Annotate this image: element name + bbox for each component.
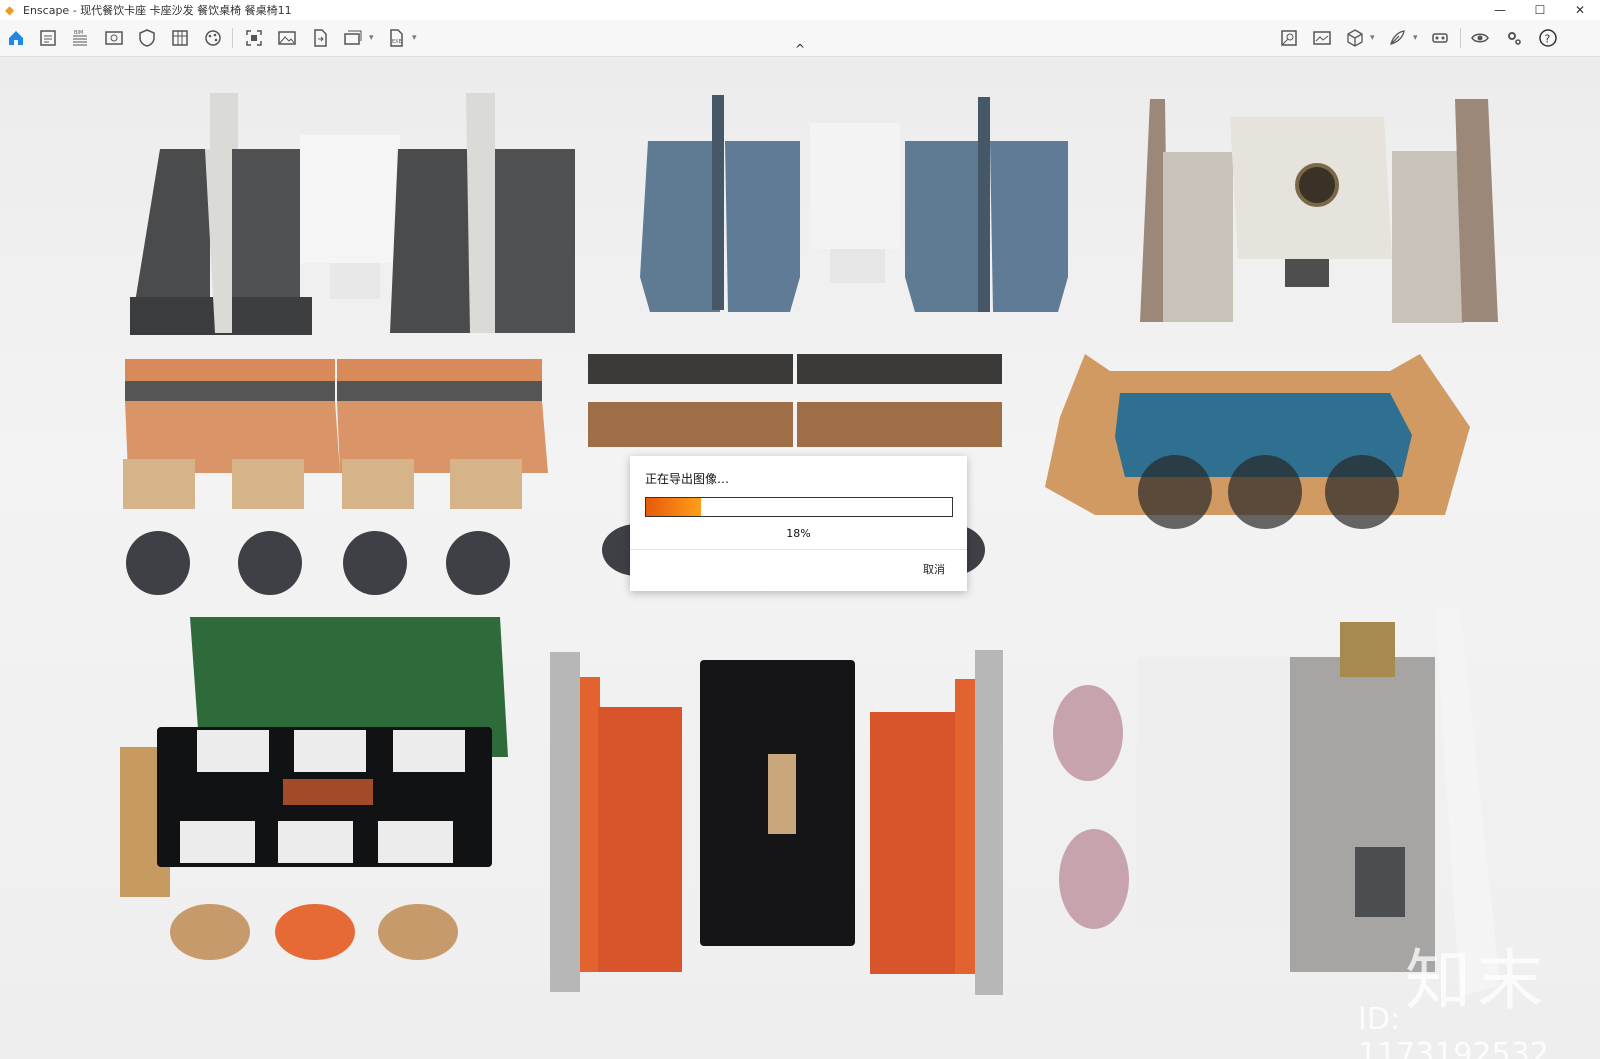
- dialog-divider: [630, 549, 967, 550]
- cube-icon[interactable]: [1343, 26, 1367, 50]
- curved-blue-booth: [1045, 354, 1470, 529]
- exe-export-icon[interactable]: EXE: [384, 26, 408, 50]
- export-icon[interactable]: [308, 26, 332, 50]
- title-bar: ◆ Enscape - 现代餐饮卡座 卡座沙发 餐饮桌椅 餐桌椅11 — ☐ ✕: [0, 0, 1600, 20]
- svg-text:EXE: EXE: [392, 39, 402, 45]
- chevron-down-icon[interactable]: ▾: [369, 33, 374, 43]
- svg-text:BIM: BIM: [74, 30, 83, 36]
- home-icon[interactable]: [4, 26, 28, 50]
- chevron-down-icon[interactable]: ▾: [412, 33, 417, 43]
- toolbar-separator: [232, 28, 233, 48]
- eye-icon[interactable]: [1468, 26, 1492, 50]
- progress-bar: [645, 497, 953, 517]
- collapse-toolbar-button[interactable]: ^: [790, 42, 810, 56]
- image-icon[interactable]: [275, 26, 299, 50]
- svg-text:?: ?: [1545, 33, 1551, 46]
- bim-icon[interactable]: BIM: [68, 26, 92, 50]
- shield-icon[interactable]: [135, 26, 159, 50]
- cancel-button[interactable]: 取消: [923, 561, 945, 577]
- chevron-down-icon[interactable]: ▾: [1370, 33, 1375, 43]
- progress-percent: 18%: [786, 527, 811, 540]
- watermark-id: ID: 1173192532: [1358, 1002, 1549, 1059]
- table-icon[interactable]: [168, 26, 192, 50]
- screenshot-icon[interactable]: [242, 26, 266, 50]
- dialog-title: 正在导出图像…: [645, 472, 730, 486]
- minimize-button[interactable]: —: [1480, 0, 1520, 20]
- window-title: Enscape - 现代餐饮卡座 卡座沙发 餐饮桌椅 餐桌椅11: [23, 4, 292, 17]
- grey-booth-set: [130, 93, 575, 335]
- view-icon[interactable]: [102, 26, 126, 50]
- orange-booth-black-table: [550, 650, 1003, 995]
- green-booth-set: [120, 617, 508, 960]
- window-controls: — ☐ ✕: [1480, 0, 1600, 20]
- palette-icon[interactable]: [201, 26, 225, 50]
- settings-icon[interactable]: [1502, 26, 1526, 50]
- vr-headset-icon[interactable]: [1428, 26, 1452, 50]
- batch-render-icon[interactable]: [341, 26, 365, 50]
- blue-booth-set: [640, 95, 1068, 312]
- orange-bench-set: [123, 359, 548, 595]
- maximize-button[interactable]: ☐: [1520, 0, 1560, 20]
- chevron-down-icon[interactable]: ▾: [1413, 33, 1418, 43]
- panorama-icon[interactable]: [1310, 26, 1334, 50]
- feather-icon[interactable]: [1385, 26, 1409, 50]
- beige-booth-set: [1140, 99, 1498, 323]
- enscape-logo-icon: ◆: [5, 3, 15, 17]
- help-icon[interactable]: ?: [1536, 26, 1560, 50]
- project-icon[interactable]: [36, 26, 60, 50]
- progress-fill: [646, 498, 702, 516]
- close-button[interactable]: ✕: [1560, 0, 1600, 20]
- export-progress-dialog: 正在导出图像… 18% 取消: [630, 456, 967, 591]
- map-icon[interactable]: [1277, 26, 1301, 50]
- toolbar-separator: [1460, 28, 1461, 48]
